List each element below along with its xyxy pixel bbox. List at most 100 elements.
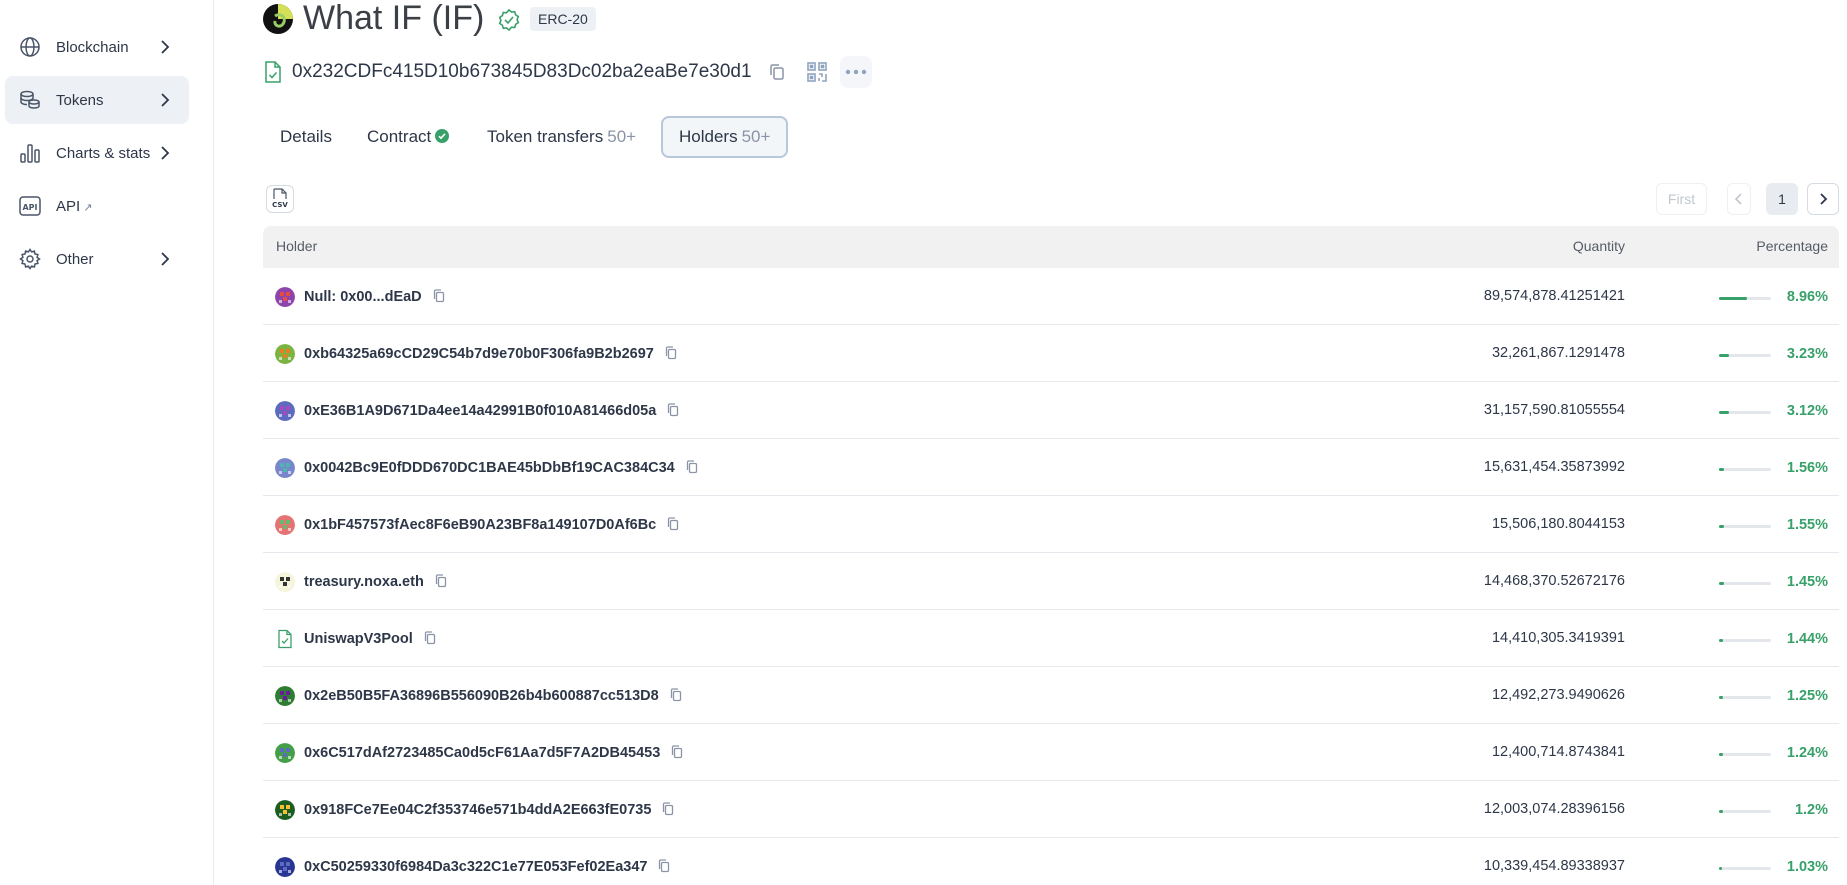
holder-address[interactable]: 0xC50259330f6984Da3c322C1e77E053Fef02Ea3… — [304, 859, 647, 875]
copy-icon[interactable] — [661, 801, 675, 817]
table-row: 0x2eB50B5FA36896B556090B26b4b600887cc513… — [263, 667, 1839, 724]
holder-percentage: 1.44% — [1786, 631, 1828, 647]
identicon-avatar — [275, 458, 295, 478]
table-row: UniswapV3Pool 14,410,305.3419391 1.44% — [263, 610, 1839, 667]
tab-contract[interactable]: Contract — [351, 116, 465, 158]
percentage-bar — [1719, 411, 1771, 414]
copy-icon[interactable] — [434, 573, 448, 589]
sidebar-item-api[interactable]: API API ↗ — [5, 182, 189, 230]
holder-quantity: 15,631,454.35873992 — [1483, 459, 1625, 475]
percentage-bar — [1719, 867, 1771, 870]
table-body: Null: 0x00...dEaD 89,574,878.41251421 8.96… — [263, 268, 1839, 885]
holder-quantity: 32,261,867.1291478 — [1491, 345, 1625, 361]
holder-address[interactable]: treasury.noxa.eth — [304, 574, 424, 590]
pagination-current-page[interactable]: 1 — [1766, 183, 1798, 215]
holder-link[interactable]: 0xC50259330f6984Da3c322C1e77E053Fef02Ea3… — [304, 858, 671, 875]
tab-holders[interactable]: Holders 50+ — [661, 116, 789, 158]
holder-address[interactable]: 0x2eB50B5FA36896B556090B26b4b600887cc513… — [304, 688, 659, 704]
copy-icon[interactable] — [664, 345, 678, 361]
holder-percentage: 1.56% — [1786, 460, 1828, 476]
sidebar-item-tokens[interactable]: Tokens — [5, 76, 189, 124]
holder-link[interactable]: treasury.noxa.eth — [304, 573, 448, 590]
percentage-bar-fill — [1719, 411, 1729, 414]
svg-text:CSV: CSV — [272, 201, 288, 209]
copy-icon[interactable] — [685, 459, 699, 475]
tab-label: Holders — [679, 127, 738, 146]
holder-link[interactable]: 0xE36B1A9D671Da4ee14a42991B0f010A81466d0… — [304, 402, 680, 419]
holder-percentage: 1.03% — [1786, 859, 1828, 875]
tab-token-transfers[interactable]: Token transfers 50+ — [471, 116, 652, 158]
holder-link[interactable]: Null: 0x00...dEaD — [304, 288, 446, 305]
percentage-bar — [1719, 696, 1771, 699]
pagination-next-button[interactable] — [1807, 183, 1839, 215]
copy-icon[interactable] — [423, 630, 437, 646]
holder-address[interactable]: 0x918FCe7Ee04C2f353746e571b4ddA2E663fE07… — [304, 802, 651, 818]
qr-code-button[interactable] — [801, 56, 833, 88]
holder-percentage: 1.24% — [1786, 745, 1828, 761]
sidebar-item-other[interactable]: Other — [5, 235, 189, 283]
tab-label: Contract — [367, 127, 432, 146]
sidebar-item-label-wrap: API ↗ — [56, 198, 92, 215]
holder-address[interactable]: 0x6C517dAf2723485Ca0d5cF61Aa7d5F7A2DB454… — [304, 745, 660, 761]
holder-percentage: 3.23% — [1786, 346, 1828, 362]
holder-quantity: 31,157,590.81055554 — [1483, 402, 1625, 418]
holder-quantity: 14,410,305.3419391 — [1491, 630, 1625, 646]
tab-details[interactable]: Details — [264, 116, 348, 158]
column-header-holder: Holder — [276, 238, 318, 254]
holder-link[interactable]: 0x2eB50B5FA36896B556090B26b4b600887cc513… — [304, 687, 683, 704]
copy-icon[interactable] — [666, 516, 680, 532]
copy-icon[interactable] — [670, 744, 684, 760]
holder-link[interactable]: 0xb64325a69cCD29C54b7d9e70b0F306fa9B2b26… — [304, 345, 678, 362]
copy-icon[interactable] — [666, 402, 680, 418]
percentage-bar-fill — [1719, 867, 1722, 870]
sidebar-item-label: API — [56, 197, 81, 215]
holder-quantity: 14,468,370.52672176 — [1483, 573, 1625, 589]
more-horizontal-icon — [845, 69, 867, 75]
percentage-bar-fill — [1719, 297, 1747, 300]
tab-count: 50+ — [607, 127, 637, 146]
table-row: 0xC50259330f6984Da3c322C1e77E053Fef02Ea3… — [263, 838, 1839, 885]
copy-icon[interactable] — [669, 687, 683, 703]
holder-percentage: 1.25% — [1786, 688, 1828, 704]
holder-link[interactable]: UniswapV3Pool — [304, 630, 437, 647]
sidebar-item-blockchain[interactable]: Blockchain — [5, 23, 189, 71]
csv-file-icon: CSV — [272, 188, 288, 209]
copy-icon[interactable] — [768, 62, 786, 82]
column-header-quantity: Quantity — [1572, 238, 1625, 254]
percentage-bar — [1719, 753, 1771, 756]
identicon-avatar — [275, 686, 295, 706]
copy-icon[interactable] — [657, 858, 671, 874]
holder-quantity: 15,506,180.8044153 — [1491, 516, 1625, 532]
percentage-bar-fill — [1719, 525, 1724, 528]
pagination-prev-button[interactable] — [1727, 183, 1751, 215]
holder-link[interactable]: 0x0042Bc9E0fDDD670DC1BAE45bDbBf19CAC384C… — [304, 459, 699, 476]
column-header-percentage: Percentage — [1756, 238, 1828, 254]
holder-address[interactable]: 0xb64325a69cCD29C54b7d9e70b0F306fa9B2b26… — [304, 346, 654, 362]
holder-address[interactable]: 0x1bF457573fAec8F6eB90A23BF8a149107D0Af6… — [304, 517, 656, 533]
more-actions-button[interactable] — [840, 56, 872, 88]
chevron-right-icon — [1820, 193, 1828, 205]
holder-address[interactable]: 0xE36B1A9D671Da4ee14a42991B0f010A81466d0… — [304, 403, 656, 419]
sidebar: Blockchain Tokens Charts & stats API API… — [0, 0, 214, 885]
identicon-avatar — [275, 401, 295, 421]
table-row: 0x918FCe7Ee04C2f353746e571b4ddA2E663fE07… — [263, 781, 1839, 838]
table-row: 0x1bF457573fAec8F6eB90A23BF8a149107D0Af6… — [263, 496, 1839, 553]
csv-export-button[interactable]: CSV — [266, 185, 294, 213]
tab-label: Token transfers — [487, 127, 604, 146]
holder-percentage: 8.96% — [1786, 289, 1828, 305]
copy-icon[interactable] — [432, 288, 446, 304]
chevron-right-icon — [161, 40, 170, 54]
holder-address[interactable]: 0x0042Bc9E0fDDD670DC1BAE45bDbBf19CAC384C… — [304, 460, 675, 476]
holder-quantity: 12,400,714.8743841 — [1491, 744, 1625, 760]
holder-link[interactable]: 0x1bF457573fAec8F6eB90A23BF8a149107D0Af6… — [304, 516, 680, 533]
pagination-first-button[interactable]: First — [1656, 183, 1707, 215]
table-row: treasury.noxa.eth 14,468,370.52672176 1.45… — [263, 553, 1839, 610]
sidebar-item-charts-stats[interactable]: Charts & stats — [5, 129, 189, 177]
holder-link[interactable]: 0x918FCe7Ee04C2f353746e571b4ddA2E663fE07… — [304, 801, 675, 818]
holder-address[interactable]: Null: 0x00...dEaD — [304, 289, 422, 305]
table-row: Null: 0x00...dEaD 89,574,878.41251421 8.96… — [263, 268, 1839, 325]
holder-link[interactable]: 0x6C517dAf2723485Ca0d5cF61Aa7d5F7A2DB454… — [304, 744, 684, 761]
contract-file-icon — [265, 61, 281, 83]
holder-address[interactable]: UniswapV3Pool — [304, 631, 413, 647]
percentage-bar-fill — [1719, 810, 1723, 813]
